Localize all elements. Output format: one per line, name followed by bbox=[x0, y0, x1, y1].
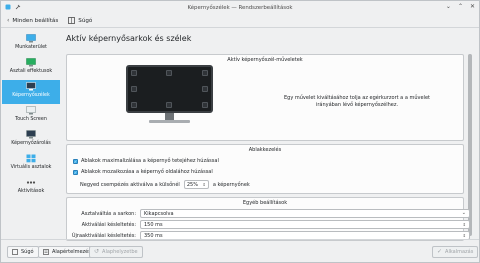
sidebar-item-screen-edges[interactable]: Képernyőszélek bbox=[2, 80, 60, 104]
maximize-checkbox-row[interactable]: ✓ Ablakok maximalizálása a képernyő tete… bbox=[73, 158, 219, 164]
defaults-icon bbox=[43, 249, 49, 255]
quarter-prefix: Negyed csempézés aktiválva a külsőnél bbox=[80, 181, 180, 188]
sidebar-item-touch-screen[interactable]: Touch Screen bbox=[2, 104, 60, 128]
sidebar-item-label: Képernyőzárolás bbox=[11, 141, 51, 146]
help-label: Súgó bbox=[78, 17, 93, 24]
quarter-suffix: a képernyőnek bbox=[212, 181, 250, 188]
page-title: Aktív képernyősarkok és szélek bbox=[66, 34, 192, 43]
close-icon[interactable]: ✕ bbox=[470, 4, 475, 10]
activation-delay-value: 150 ms bbox=[144, 221, 163, 228]
screen-edges-monitor bbox=[126, 65, 213, 113]
sidebar-item-activities[interactable]: Aktivitások bbox=[2, 176, 60, 200]
activation-delay-stepper[interactable]: 150 ms ⇕ bbox=[140, 220, 470, 229]
edges-hint: Egy művelet kiváltásához tolja az egérku… bbox=[284, 95, 430, 108]
virtual-desktops-icon bbox=[26, 154, 36, 163]
edge-top-left[interactable] bbox=[131, 70, 137, 76]
monitor-stand bbox=[149, 120, 190, 123]
chevron-down-icon: ⌄ bbox=[461, 210, 466, 216]
spin-arrows-icon[interactable]: ⇕ bbox=[463, 222, 466, 227]
sidebar: Munkaterület Asztali effektusok Képernyő… bbox=[2, 28, 60, 238]
back-label: Minden beállítás bbox=[12, 17, 59, 24]
spin-arrows-icon[interactable]: ⇕ bbox=[202, 182, 205, 187]
reactivation-delay-value: 350 ms bbox=[144, 232, 163, 239]
window-management-title: Ablakkezelés bbox=[248, 147, 282, 153]
app-menu-icon[interactable] bbox=[5, 4, 11, 10]
maximize-label: Ablakok maximalizálása a képernyő tetejé… bbox=[81, 158, 219, 164]
footer-bar: Súgó Alapértelmezés ↺ Alaphelyzetbe ✓ Al… bbox=[1, 239, 479, 263]
switch-desktop-label: Asztalváltás a sarkon: bbox=[81, 210, 136, 217]
activities-icon bbox=[26, 181, 36, 184]
help-menu-button[interactable]: Súgó bbox=[68, 17, 92, 24]
apply-button-label: Alkalmazás bbox=[445, 249, 474, 255]
back-button[interactable]: ‹ Minden beállítás bbox=[7, 16, 59, 24]
screen-edges-icon bbox=[26, 82, 36, 91]
sidebar-item-label: Touch Screen bbox=[15, 117, 47, 122]
other-settings-title: Egyéb beállítások bbox=[242, 200, 288, 206]
activation-delay-label: Aktiválási késleltetés: bbox=[81, 221, 136, 228]
defaults-button[interactable]: Alapértelmezés bbox=[38, 246, 96, 258]
quarter-value: 25% bbox=[186, 181, 198, 188]
switch-desktop-row: Asztalváltás a sarkon: Kikapcsolva ⌄ bbox=[65, 209, 470, 218]
maximize-icon[interactable]: ⌃ bbox=[458, 4, 463, 10]
settings-window: Képernyőszélek — Rendszerbeállítások ⌄ ⌃… bbox=[0, 0, 480, 263]
touch-screen-icon bbox=[26, 106, 36, 115]
minimize-icon[interactable]: ⌄ bbox=[446, 4, 451, 10]
edge-bottom[interactable] bbox=[166, 102, 172, 108]
spin-arrows-icon[interactable]: ⇕ bbox=[463, 233, 466, 238]
title-bar: Képernyőszélek — Rendszerbeállítások ⌄ ⌃… bbox=[1, 1, 479, 14]
tile-label: Ablakok mozaikozása a képernyő oldalához… bbox=[81, 169, 213, 175]
toolbar: ‹ Minden beállítás Súgó bbox=[1, 14, 479, 28]
reset-button-label: Alaphelyzetbe bbox=[102, 249, 138, 255]
active-edges-title: Aktív képernyőszél-műveletek bbox=[227, 57, 303, 63]
active-edges-group: Aktív képernyőszél-műveletek Egy művelet… bbox=[66, 54, 464, 141]
checkbox-checked[interactable]: ✓ bbox=[73, 169, 78, 175]
help-button[interactable]: Súgó bbox=[7, 246, 39, 258]
apply-button[interactable]: ✓ Alkalmazás bbox=[432, 246, 479, 258]
help-button-label: Súgó bbox=[21, 249, 34, 255]
sidebar-item-label: Munkaterület bbox=[15, 45, 47, 50]
sidebar-item-screen-lock[interactable]: Képernyőzárolás bbox=[2, 128, 60, 152]
checkbox-checked[interactable]: ✓ bbox=[73, 158, 78, 164]
edge-left[interactable] bbox=[131, 86, 137, 92]
edge-bottom-left[interactable] bbox=[131, 102, 137, 108]
switch-desktop-select[interactable]: Kikapcsolva ⌄ bbox=[140, 209, 470, 218]
pin-icon[interactable] bbox=[15, 4, 21, 10]
sidebar-item-virtual-desktops[interactable]: Virtuális asztalok bbox=[2, 152, 60, 176]
switch-desktop-value: Kikapcsolva bbox=[144, 210, 174, 217]
main-content: Aktív képernyősarkok és szélek Aktív kép… bbox=[62, 28, 472, 241]
defaults-button-label: Alapértelmezés bbox=[52, 249, 91, 255]
chevron-left-icon: ‹ bbox=[7, 16, 10, 24]
reset-icon: ↺ bbox=[94, 248, 100, 255]
activation-delay-row: Aktiválási késleltetés: 150 ms ⇕ bbox=[65, 220, 470, 229]
other-settings-group: Egyéb beállítások Asztalváltás a sarkon:… bbox=[66, 197, 470, 241]
edge-top[interactable] bbox=[166, 70, 172, 76]
desktop-effects-icon bbox=[26, 58, 36, 67]
sidebar-item-label: Asztali effektusok bbox=[9, 69, 53, 74]
sidebar-item-workspace[interactable]: Munkaterület bbox=[2, 32, 60, 56]
reactivation-delay-label: Újraaktiválási késleltetés: bbox=[71, 232, 136, 239]
edge-right[interactable] bbox=[202, 86, 208, 92]
help-icon bbox=[68, 17, 76, 24]
help-icon bbox=[12, 249, 18, 255]
workspace-icon bbox=[26, 34, 36, 43]
sidebar-item-label: Aktivitások bbox=[17, 189, 45, 194]
window-title: Képernyőszélek — Rendszerbeállítások bbox=[187, 4, 293, 11]
quarter-stepper[interactable]: 25% ⇕ bbox=[183, 180, 209, 189]
check-icon: ✓ bbox=[437, 248, 443, 255]
tile-checkbox-row[interactable]: ✓ Ablakok mozaikozása a képernyő oldaláh… bbox=[73, 169, 213, 175]
window-management-group: Ablakkezelés ✓ Ablakok maximalizálása a … bbox=[66, 144, 464, 194]
quarter-tiling-row: Negyed csempézés aktiválva a külsőnél 25… bbox=[80, 180, 250, 189]
sidebar-item-desktop-effects[interactable]: Asztali effektusok bbox=[2, 56, 60, 80]
screen-lock-icon bbox=[26, 130, 36, 139]
sidebar-item-label: Képernyőszélek bbox=[12, 93, 50, 98]
edge-bottom-right[interactable] bbox=[202, 102, 208, 108]
sidebar-item-label: Virtuális asztalok bbox=[10, 165, 52, 170]
reset-button[interactable]: ↺ Alaphelyzetbe bbox=[89, 246, 143, 258]
edge-top-right[interactable] bbox=[202, 70, 208, 76]
